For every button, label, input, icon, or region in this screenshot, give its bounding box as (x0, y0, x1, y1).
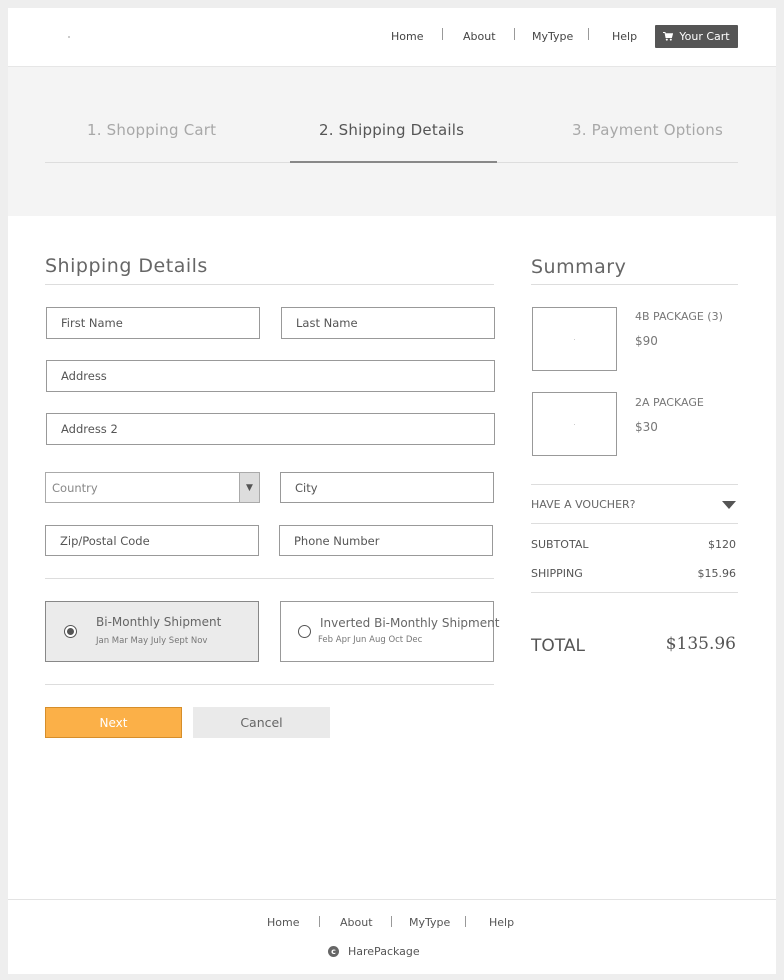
shipping-details-title: Shipping Details (45, 255, 208, 277)
step-payment-options[interactable]: 3. Payment Options (572, 121, 723, 139)
footer-mytype-link[interactable]: MyType (409, 916, 450, 929)
copyright-icon: c (328, 946, 339, 957)
package-thumbnail (532, 392, 617, 456)
radio-dot (67, 628, 74, 635)
footer-separator (319, 916, 320, 927)
step-shipping-details[interactable]: 2. Shipping Details (319, 121, 464, 139)
total-value: $135.96 (665, 634, 736, 654)
package-name: 4B PACKAGE (3) (635, 310, 723, 323)
voucher-toggle[interactable]: HAVE A VOUCHER? (531, 498, 636, 511)
divider (45, 684, 494, 685)
footer-home-link[interactable]: Home (267, 916, 299, 929)
shipping-label: SHIPPING (531, 567, 583, 580)
nav-help-link[interactable]: Help (612, 30, 637, 43)
page: Home About MyType Help Your Cart 1. Shop… (8, 8, 776, 974)
step-shopping-cart[interactable]: 1. Shopping Cart (87, 121, 216, 139)
subtotal-value: $120 (708, 538, 736, 551)
top-navbar: Home About MyType Help Your Cart (8, 8, 776, 67)
footer-about-link[interactable]: About (340, 916, 373, 929)
nav-separator (588, 28, 589, 40)
package-name: 2A PACKAGE (635, 396, 704, 409)
footer-help-link[interactable]: Help (489, 916, 514, 929)
package-thumbnail (532, 307, 617, 371)
chevron-down-icon[interactable]: ▼ (239, 473, 259, 502)
divider (531, 523, 738, 524)
radio-unselected[interactable] (298, 625, 311, 638)
zip-field[interactable] (45, 525, 259, 556)
shipping-value: $15.96 (697, 567, 737, 580)
your-cart-label: Your Cart (679, 30, 730, 43)
shipment-option-title: Bi-Monthly Shipment (96, 615, 222, 629)
divider (45, 284, 494, 285)
address2-field[interactable] (46, 413, 495, 445)
radio-selected[interactable] (64, 625, 77, 638)
country-select-value: Country (52, 480, 98, 495)
first-name-field[interactable] (46, 307, 260, 339)
footer-separator (391, 916, 392, 927)
total-label: TOTAL (531, 636, 585, 656)
shipment-option-months: Jan Mar May July Sept Nov (96, 636, 208, 646)
nav-separator (442, 28, 443, 40)
nav-separator (514, 28, 515, 40)
last-name-field[interactable] (281, 307, 495, 339)
divider (45, 578, 494, 579)
shipment-option-inverted[interactable]: Inverted Bi-Monthly Shipment Feb Apr Jun… (280, 601, 499, 662)
package-price: $30 (635, 420, 658, 434)
divider (531, 592, 738, 593)
logo[interactable] (68, 36, 70, 38)
phone-field[interactable] (279, 525, 493, 556)
address-field[interactable] (46, 360, 495, 392)
shipment-option-months: Feb Apr Jun Aug Oct Dec (318, 635, 423, 645)
caret-down-icon[interactable] (722, 501, 736, 509)
footer-separator (465, 916, 466, 927)
footer-divider (8, 899, 776, 900)
thumbnail-placeholder (574, 424, 575, 425)
country-select[interactable]: Country ▼ (45, 472, 260, 503)
package-price: $90 (635, 334, 658, 348)
city-field[interactable] (280, 472, 494, 503)
cancel-button[interactable]: Cancel (193, 707, 330, 738)
nav-mytype-link[interactable]: MyType (532, 30, 573, 43)
nav-about-link[interactable]: About (463, 30, 496, 43)
next-button[interactable]: Next (45, 707, 182, 738)
divider (531, 284, 738, 285)
thumbnail-placeholder (574, 339, 575, 340)
divider (531, 484, 738, 485)
summary-title: Summary (531, 256, 627, 278)
shipment-option-bimonthly[interactable]: Bi-Monthly Shipment Jan Mar May July Sep… (45, 601, 259, 662)
nav-home-link[interactable]: Home (391, 30, 423, 43)
shipment-option-title: Inverted Bi-Monthly Shipment (320, 616, 500, 630)
subtotal-label: SUBTOTAL (531, 538, 589, 551)
footer-brand: HarePackage (348, 945, 420, 958)
active-step-indicator (290, 161, 497, 163)
checkout-steps: 1. Shopping Cart 2. Shipping Details 3. … (8, 67, 776, 216)
cart-icon (663, 32, 674, 41)
your-cart-button[interactable]: Your Cart (655, 25, 738, 48)
